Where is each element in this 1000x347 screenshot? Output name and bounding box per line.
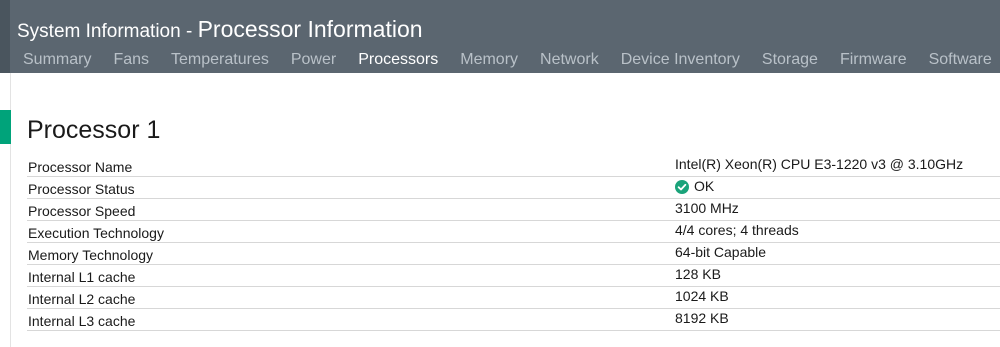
row-value-status: OK	[675, 178, 714, 195]
row-label: Internal L2 cache	[28, 291, 136, 307]
ok-check-icon	[675, 179, 689, 194]
tab-memory[interactable]: Memory	[449, 48, 529, 72]
row-value: 1024 KB	[675, 288, 729, 304]
tab-firmware[interactable]: Firmware	[829, 48, 918, 72]
row-label: Processor Status	[28, 181, 135, 197]
table-row: Internal L3 cache 8192 KB	[27, 309, 1000, 331]
row-value: 64-bit Capable	[675, 244, 767, 260]
tab-fans[interactable]: Fans	[102, 48, 160, 72]
header-bar: System Information - Processor Informati…	[0, 0, 1000, 73]
tab-network[interactable]: Network	[529, 48, 610, 72]
row-value: Intel(R) Xeon(R) CPU E3-1220 v3 @ 3.10GH…	[675, 156, 964, 172]
row-value: 128 KB	[675, 266, 721, 282]
row-label: Internal L1 cache	[28, 269, 136, 285]
processor-info-table: Processor Name Intel(R) Xeon(R) CPU E3-1…	[27, 155, 1000, 331]
row-value: 8192 KB	[675, 310, 729, 326]
tab-power[interactable]: Power	[280, 48, 347, 72]
row-value: 3100 MHz	[675, 200, 739, 216]
table-row: Processor Name Intel(R) Xeon(R) CPU E3-1…	[27, 155, 1000, 177]
tab-device-inventory[interactable]: Device Inventory	[610, 48, 751, 72]
table-row: Processor Speed 3100 MHz	[27, 199, 1000, 221]
header-left-strip	[0, 0, 10, 73]
table-row: Execution Technology 4/4 cores; 4 thread…	[27, 221, 1000, 243]
row-label: Internal L3 cache	[28, 313, 136, 329]
page-title: Processor Information	[197, 16, 423, 42]
title-separator: -	[180, 21, 198, 42]
row-value: 4/4 cores; 4 threads	[675, 222, 799, 238]
tab-software[interactable]: Software	[918, 48, 1000, 72]
row-label: Processor Speed	[28, 203, 136, 219]
row-label: Execution Technology	[28, 225, 164, 241]
left-nav-active-indicator[interactable]	[0, 110, 11, 144]
tab-bar: Summary Fans Temperatures Power Processo…	[12, 48, 1000, 72]
window-title: System Information - Processor Informati…	[17, 14, 423, 48]
tab-storage[interactable]: Storage	[751, 48, 829, 72]
tab-temperatures[interactable]: Temperatures	[160, 48, 280, 72]
table-row: Internal L2 cache 1024 KB	[27, 287, 1000, 309]
table-row: Internal L1 cache 128 KB	[27, 265, 1000, 287]
table-row: Processor Status OK	[27, 177, 1000, 199]
row-label: Memory Technology	[28, 247, 154, 263]
row-label: Processor Name	[28, 159, 133, 175]
section-title: Processor 1	[27, 116, 161, 144]
app-title: System Information	[17, 21, 181, 42]
tab-summary[interactable]: Summary	[12, 48, 102, 72]
tab-processors[interactable]: Processors	[347, 48, 449, 72]
table-row: Memory Technology 64-bit Capable	[27, 243, 1000, 265]
status-text: OK	[694, 178, 715, 194]
